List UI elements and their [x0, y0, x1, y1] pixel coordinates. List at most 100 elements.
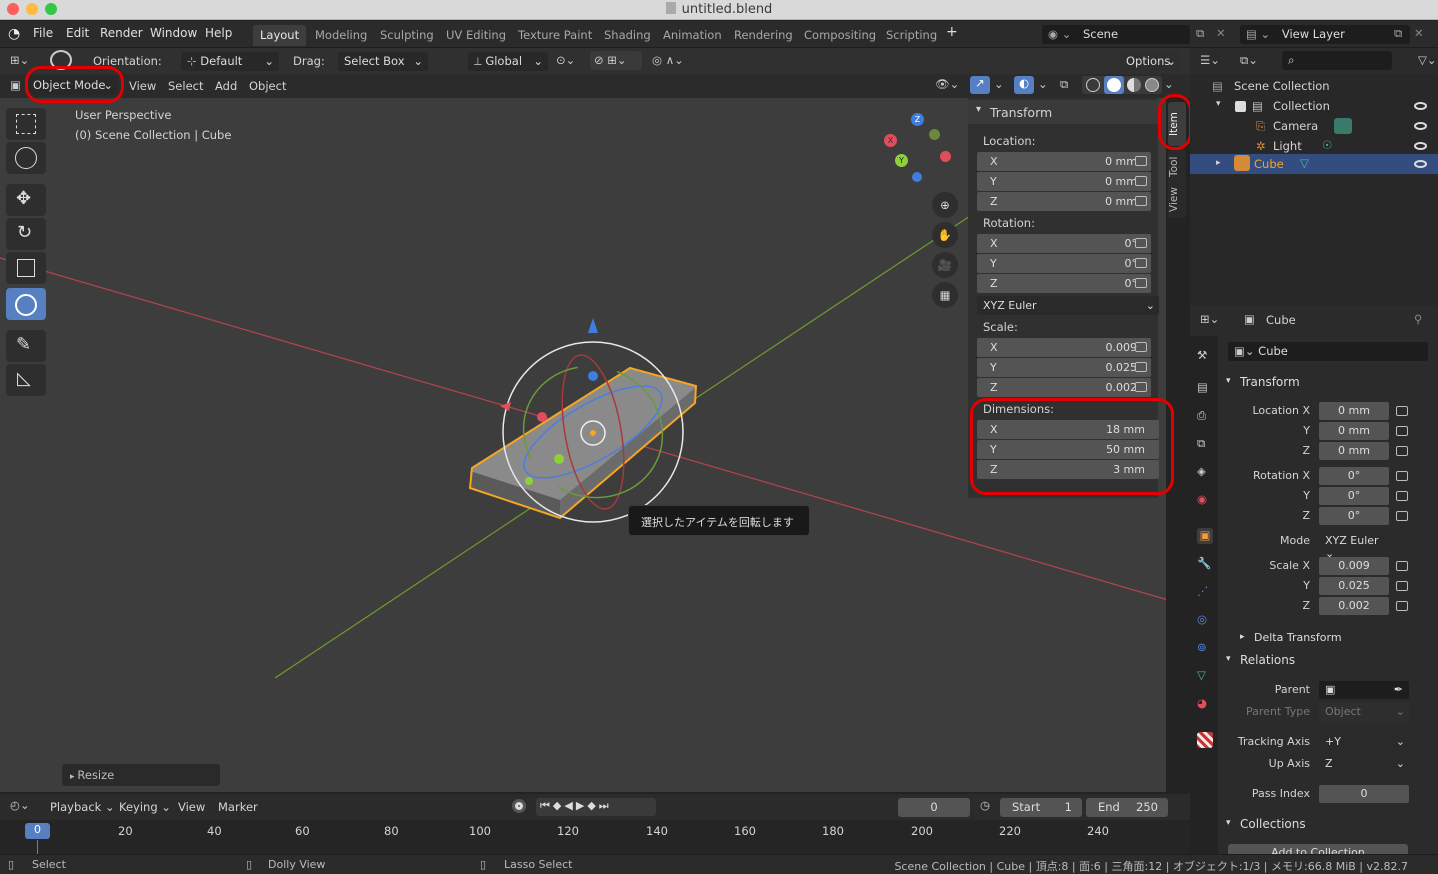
parent-field[interactable]: ▣ ✒	[1319, 681, 1409, 699]
view-layer-selector[interactable]: ▤ ⌄ View Layer	[1240, 25, 1410, 44]
scale-x-field[interactable]: X 0.009	[977, 338, 1151, 357]
tab-shading[interactable]: Shading	[597, 25, 658, 46]
menu-render[interactable]: Render	[100, 26, 143, 40]
timeline-ruler[interactable]: 0 20 40 60 80 100 120 140 160 180 200 22…	[0, 820, 1190, 854]
lock-icon[interactable]	[1135, 156, 1147, 166]
location-y-field[interactable]: Y 0 mm	[977, 172, 1151, 191]
menu-playback[interactable]: Playback ⌄	[50, 800, 115, 814]
visibility-eye-icon[interactable]	[1414, 122, 1427, 130]
rotation-y-field[interactable]: Y 0°	[977, 254, 1151, 273]
scene-selector[interactable]: ◉ ⌄ Scene	[1042, 25, 1190, 44]
solid-shading-button[interactable]	[1104, 76, 1124, 94]
camera-view-icon[interactable]: 🎥	[932, 252, 958, 278]
blender-logo-icon[interactable]: ◔	[8, 26, 20, 42]
xray-toggle-icon[interactable]: ⧉	[1060, 77, 1068, 92]
material-shading-icon[interactable]	[1127, 78, 1141, 92]
next-key-icon[interactable]: ◆	[587, 799, 598, 812]
scale-y-field[interactable]: 0.025	[1319, 577, 1389, 595]
editor-type-icon[interactable]: ⊞⌄	[1200, 312, 1219, 326]
perspective-toggle-icon[interactable]: ▦	[932, 282, 958, 308]
tab-layout[interactable]: Layout	[253, 25, 307, 46]
lock-icon[interactable]	[1135, 258, 1147, 268]
tab-modeling[interactable]: Modeling	[308, 25, 374, 46]
tab-sculpting[interactable]: Sculpting	[373, 25, 441, 46]
editor-type-icon[interactable]: ☰⌄	[1200, 53, 1220, 67]
chevron-down-icon[interactable]: ⌄	[994, 77, 1004, 91]
output-tab-icon[interactable]: ⎙	[1197, 408, 1213, 424]
modifier-tab-icon[interactable]: 🔧	[1197, 556, 1213, 572]
tab-texture-paint[interactable]: Texture Paint	[511, 25, 599, 46]
annotate-tool[interactable]: ✎	[6, 330, 46, 362]
lock-icon[interactable]	[1396, 581, 1408, 591]
tab-compositing[interactable]: Compositing	[797, 25, 883, 46]
rotation-y-field[interactable]: 0°	[1319, 487, 1389, 505]
visibility-icon[interactable]: 👁⌄	[935, 77, 959, 91]
camera-data-icon[interactable]	[1334, 118, 1352, 134]
lock-icon[interactable]	[1396, 406, 1408, 416]
tab-rendering[interactable]: Rendering	[727, 25, 800, 46]
lock-icon[interactable]	[1135, 278, 1147, 288]
editor-type-icon[interactable]: ⊞⌄	[10, 53, 29, 67]
proportional-edit-icon[interactable]: ◎ ∧⌄	[648, 51, 698, 70]
add-workspace-icon[interactable]: +	[946, 24, 958, 40]
last-operator-panel[interactable]: ▸ Resize	[62, 764, 220, 786]
outliner-item-light[interactable]: ✲ Light ☉	[1190, 136, 1438, 156]
transform-tool[interactable]	[6, 288, 46, 320]
data-tab-icon[interactable]: ▽	[1197, 668, 1213, 684]
dimension-y-field[interactable]: Y 50 mm	[977, 440, 1159, 459]
outliner-item-camera[interactable]: ⎘ Camera	[1190, 116, 1438, 136]
current-frame-field[interactable]: 0	[898, 798, 970, 817]
visibility-eye-icon[interactable]	[1414, 160, 1427, 168]
pass-index-field[interactable]: 0	[1319, 785, 1409, 803]
menu-file[interactable]: File	[33, 26, 53, 40]
cursor-tool[interactable]	[6, 142, 46, 174]
mode-dropdown[interactable]: Object Mode ⌄	[27, 76, 117, 95]
lock-icon[interactable]	[1135, 342, 1147, 352]
navigation-gizmo[interactable]: Z X Y	[880, 112, 960, 192]
scale-z-field[interactable]: Z 0.002	[977, 378, 1151, 397]
menu-add[interactable]: Add	[215, 79, 237, 93]
menu-object[interactable]: Object	[249, 79, 286, 93]
menu-view[interactable]: View	[178, 800, 205, 814]
chevron-down-icon[interactable]: ⌄	[1164, 77, 1174, 91]
new-scene-icon[interactable]: ⧉	[1196, 26, 1204, 41]
location-x-field[interactable]: X 0 mm	[977, 152, 1151, 171]
up-axis-dropdown[interactable]: Z ⌄	[1319, 755, 1409, 773]
outliner-item-cube[interactable]: ▸ Cube ▽	[1190, 154, 1438, 174]
delete-scene-icon[interactable]: ✕	[1216, 26, 1226, 40]
lock-icon[interactable]	[1135, 382, 1147, 392]
tab-tool[interactable]: Tool	[1168, 148, 1186, 186]
play-icon[interactable]: ▶	[576, 799, 587, 812]
expand-triangle-icon[interactable]: ▸	[1216, 158, 1221, 168]
material-tab-icon[interactable]: ◕	[1197, 696, 1213, 712]
orientation-dropdown[interactable]: ⊹ Default ⌄	[181, 52, 279, 71]
menu-view[interactable]: View	[129, 79, 156, 93]
object-name-field[interactable]: ▣⌄ Cube	[1228, 342, 1428, 361]
rotation-z-field[interactable]: Z 0°	[977, 274, 1151, 293]
tab-item[interactable]: Item	[1168, 102, 1186, 146]
overlay-toggle-icon[interactable]: ◐	[1014, 76, 1034, 94]
playhead[interactable]: 0	[25, 823, 50, 839]
texture-tab-icon[interactable]	[1197, 732, 1213, 748]
physics-tab-icon[interactable]: ◎	[1197, 612, 1213, 628]
rotation-mode-dropdown[interactable]: XYZ Euler ⌄	[977, 296, 1159, 315]
drag-dropdown[interactable]: Select Box ⌄	[338, 52, 428, 71]
new-view-layer-icon[interactable]: ⧉	[1394, 26, 1402, 41]
scale-y-field[interactable]: Y 0.025	[977, 358, 1151, 377]
eyedropper-icon[interactable]: ✒	[1394, 683, 1403, 696]
gizmo-neg-x[interactable]	[940, 151, 951, 162]
location-y-field[interactable]: 0 mm	[1319, 422, 1389, 440]
delta-transform-header[interactable]: ▸ Delta Transform	[1234, 628, 1434, 650]
playback-controls[interactable]: ⏮◆◀▶◆⏭	[536, 798, 656, 816]
lock-icon[interactable]	[1396, 511, 1408, 521]
end-frame-field[interactable]: End 250	[1086, 798, 1168, 817]
outliner-root[interactable]: ▤ Scene Collection	[1190, 76, 1438, 96]
lock-icon[interactable]	[1396, 561, 1408, 571]
render-tab-icon[interactable]: ▤	[1197, 380, 1213, 396]
rotation-x-field[interactable]: X 0°	[977, 234, 1151, 253]
parent-type-dropdown[interactable]: Object ⌄	[1319, 703, 1409, 721]
clock-icon[interactable]: ◷	[980, 798, 990, 812]
scale-z-field[interactable]: 0.002	[1319, 597, 1389, 615]
record-icon[interactable]	[512, 799, 526, 813]
tab-animation[interactable]: Animation	[656, 25, 729, 46]
